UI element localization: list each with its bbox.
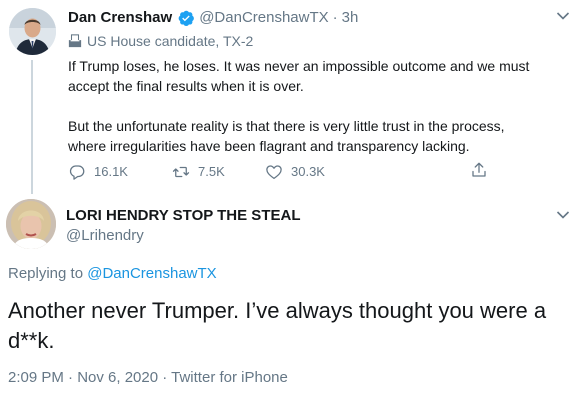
chevron-down-icon[interactable] — [556, 210, 570, 220]
avatar-photo — [6, 199, 56, 249]
share-icon — [472, 162, 486, 177]
chevron-down-icon[interactable] — [556, 11, 570, 21]
retweet-count: 7.5K — [198, 164, 225, 179]
tweet-text-line: But the unfortunate reality is that ther… — [68, 118, 505, 134]
retweet-icon — [172, 166, 190, 178]
tweet-text-line: If Trump loses, he loses. It was never a… — [68, 58, 530, 74]
account-label: US House candidate, TX-2 — [68, 32, 253, 50]
avatar-photo — [9, 8, 56, 55]
handle[interactable]: @DanCrenshawTX — [199, 8, 328, 28]
like-count: 30.3K — [291, 164, 325, 179]
reply-icon — [69, 165, 85, 180]
avatar[interactable] — [9, 8, 56, 55]
display-name[interactable]: Dan Crenshaw — [68, 8, 172, 28]
meta-separator: · — [332, 9, 338, 26]
replying-to: Replying to @DanCrenshawTX — [8, 264, 217, 284]
tweet-actions: 16.1K 7.5K 30.3K — [68, 161, 498, 183]
tweet-text: Another never Trumper. I’ve always thoug… — [8, 298, 547, 353]
tweet-text-line: accept the final results when it is over… — [68, 78, 304, 94]
parent-tweet[interactable]: Dan Crenshaw @DanCrenshawTX · 3h US Hous… — [0, 0, 576, 194]
replying-to-prefix: Replying to — [8, 265, 84, 282]
tweet-time[interactable]: 3h — [342, 8, 359, 28]
retweet-button[interactable]: 7.5K — [172, 161, 225, 183]
display-name[interactable]: LORI HENDRY STOP THE STEAL — [66, 206, 300, 226]
thread-line — [31, 60, 33, 194]
tweet-header: Dan Crenshaw @DanCrenshawTX · 3h — [68, 8, 358, 28]
tweet-timestamp[interactable]: 2:09 PM · Nov 6, 2020 · Twitter for iPho… — [8, 368, 288, 388]
tweet-text: If Trump loses, he loses. It was never a… — [68, 56, 558, 156]
like-icon — [266, 165, 282, 180]
tweet-text-line: where irregularities have been flagrant … — [68, 138, 470, 154]
share-button[interactable] — [470, 161, 496, 179]
verified-badge-icon — [178, 10, 195, 27]
reply-count: 16.1K — [94, 164, 128, 179]
handle[interactable]: @Lrihendry — [66, 226, 144, 246]
reply-button[interactable]: 16.1K — [68, 161, 128, 183]
account-label-text: US House candidate, TX-2 — [87, 33, 254, 49]
avatar[interactable] — [6, 199, 56, 249]
mention-link[interactable]: @DanCrenshawTX — [87, 265, 216, 282]
ballot-box-icon — [68, 34, 82, 48]
like-button[interactable]: 30.3K — [265, 161, 325, 183]
